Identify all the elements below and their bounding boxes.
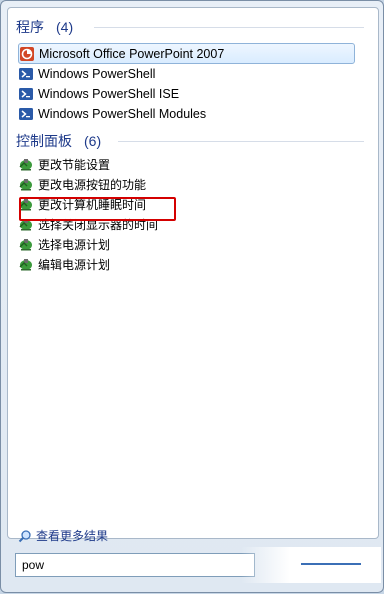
shutdown-button-edge[interactable]	[301, 563, 361, 565]
program-item-powerpoint[interactable]: Microsoft Office PowerPoint 2007	[18, 43, 355, 64]
search-area	[1, 541, 384, 594]
search-input[interactable]	[15, 553, 255, 577]
control-panel-item-label: 更改电源按钮的功能	[38, 177, 147, 192]
control-panel-item-edit-plan[interactable]: 编辑电源计划	[18, 254, 358, 274]
power-options-icon	[18, 256, 34, 272]
power-options-icon	[18, 236, 34, 252]
powershell-icon	[18, 86, 34, 102]
program-item-label: Windows PowerShell Modules	[38, 107, 207, 121]
control-panel-item-label: 编辑电源计划	[38, 257, 111, 272]
programs-header: 程序 (4)	[16, 18, 73, 36]
program-item-powershell[interactable]: Windows PowerShell	[18, 64, 358, 84]
program-item-label: Windows PowerShell	[38, 67, 156, 81]
blurred-area	[241, 547, 381, 583]
control-panel-item-label: 选择电源计划	[38, 237, 111, 252]
start-menu: 程序 (4) Microsoft Office PowerPoint 2007	[0, 0, 384, 593]
highlight-box	[19, 197, 176, 221]
program-item-label: Windows PowerShell ISE	[38, 87, 180, 101]
control-panel-divider	[118, 141, 364, 142]
program-item-powershell-ise[interactable]: Windows PowerShell ISE	[18, 84, 358, 104]
search-results-panel: 程序 (4) Microsoft Office PowerPoint 2007	[7, 7, 379, 543]
power-options-icon	[18, 176, 34, 192]
control-panel-item-energy-settings[interactable]: 更改节能设置	[18, 154, 358, 174]
control-panel-item-choose-plan[interactable]: 选择电源计划	[18, 234, 358, 254]
control-panel-count: (6)	[84, 133, 102, 149]
power-options-icon	[18, 156, 34, 172]
powershell-icon	[18, 66, 34, 82]
programs-divider	[94, 27, 364, 28]
program-item-label: Microsoft Office PowerPoint 2007	[39, 46, 225, 61]
control-panel-header: 控制面板 (6)	[16, 132, 101, 150]
program-item-powershell-modules[interactable]: Windows PowerShell Modules	[18, 104, 358, 124]
control-panel-item-power-button[interactable]: 更改电源按钮的功能	[18, 174, 358, 194]
powershell-icon	[18, 106, 34, 122]
programs-header-label: 程序	[16, 19, 44, 35]
control-panel-item-label: 更改节能设置	[38, 157, 111, 172]
control-panel-header-label: 控制面板	[16, 133, 72, 149]
programs-count: (4)	[56, 19, 74, 35]
powerpoint-icon	[19, 46, 35, 62]
